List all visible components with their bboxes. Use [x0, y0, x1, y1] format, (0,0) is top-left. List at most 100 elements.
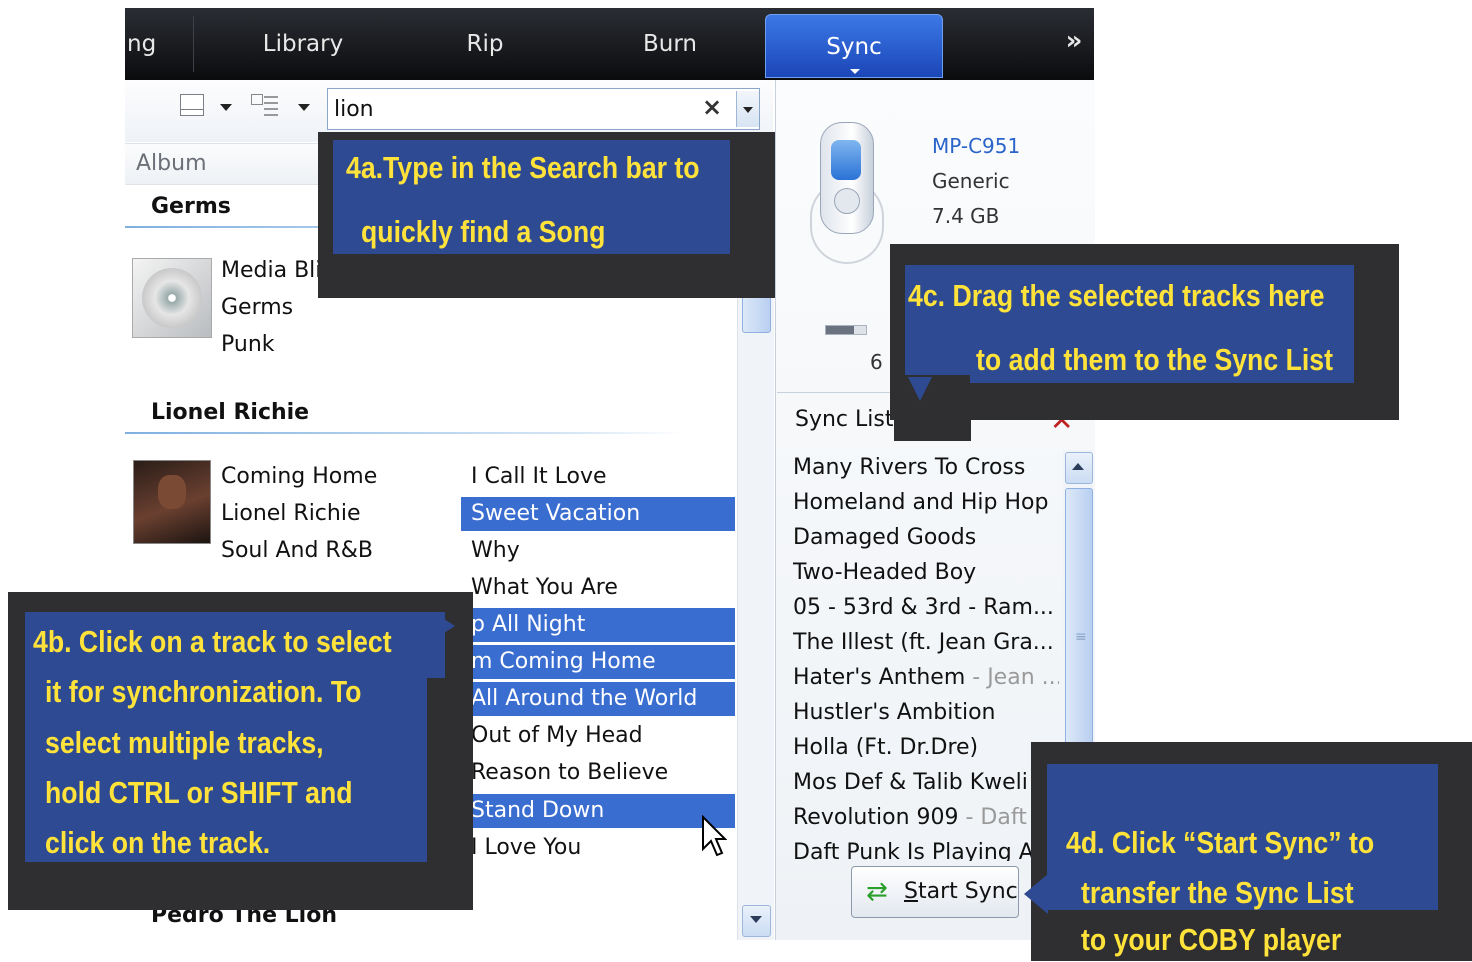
sync-item-artist: - Jean ...	[965, 665, 1059, 690]
sync-item-title: Hustler's Ambition	[793, 700, 996, 725]
search-input-value: lion	[334, 97, 374, 122]
sync-arrows-icon: ⇄	[866, 877, 888, 907]
sync-list-item[interactable]: Damaged Goods	[793, 520, 1059, 555]
album-artist: Germs	[221, 295, 294, 320]
album-genre: Soul And R&B	[221, 538, 373, 563]
search-input[interactable]: lion ×	[327, 88, 760, 130]
device-name[interactable]: MP-C951	[932, 134, 1020, 158]
chevron-up-icon	[1072, 463, 1084, 470]
tab-now-playing[interactable]: ng	[125, 8, 167, 80]
sync-list-item[interactable]: Two-Headed Boy	[793, 555, 1059, 590]
sync-list-item[interactable]: Mos Def & Talib Kweli	[793, 765, 1059, 800]
sync-list-item[interactable]: Revolution 909 - Daft P	[793, 800, 1059, 835]
search-options-button[interactable]	[736, 91, 759, 127]
start-sync-label: Start Sync	[904, 879, 1018, 904]
sync-item-title: The Illest (ft. Jean Gra...	[793, 630, 1054, 655]
more-tabs-button[interactable]: »	[1059, 8, 1089, 80]
album-title: Media Blit	[221, 258, 331, 283]
tab-sync-label: Sync	[826, 34, 882, 60]
callout-select-line-1: 4b. Click on a track to select	[33, 624, 392, 659]
callout-search-line-1: 4a.Type in the Search bar to	[346, 150, 700, 185]
sync-list-item[interactable]: Hater's Anthem - Jean ...	[793, 660, 1059, 695]
layout-dropdown-icon[interactable]	[220, 104, 232, 111]
chevron-down-icon	[750, 916, 762, 923]
sync-item-title: Hater's Anthem	[793, 665, 966, 690]
scroll-up-button[interactable]	[1065, 452, 1093, 484]
sync-item-title: Holla (Ft. Dr.Dre)	[793, 735, 979, 760]
track-row[interactable]: Reason to Believe	[461, 756, 735, 790]
callout-select-line-5: click on the track.	[45, 825, 271, 860]
column-header-label: Album	[136, 151, 207, 176]
callout-start-sync-pointer	[1024, 874, 1048, 914]
sync-item-title: Two-Headed Boy	[793, 560, 977, 585]
callout-select-line-2: it for synchronization. To	[45, 674, 362, 709]
sync-list-item[interactable]: Homeland and Hip Hop	[793, 485, 1059, 520]
callout-drag-pointer	[908, 377, 932, 401]
grip-icon: ≡	[1075, 629, 1087, 645]
sync-list-item[interactable]: Many Rivers To Cross	[793, 450, 1059, 485]
album-title: Coming Home	[221, 464, 378, 489]
track-row[interactable]: What You Are	[461, 571, 735, 605]
callout-start-sync-line-3: to your COBY player	[1081, 922, 1342, 957]
callout-select-pointer	[433, 612, 455, 640]
scroll-down-button[interactable]	[742, 905, 771, 937]
tab-divider	[193, 16, 194, 72]
track-row-selected[interactable]: p All Night	[461, 608, 735, 642]
scrollbar-thumb[interactable]	[742, 295, 771, 333]
track-row-selected[interactable]: Stand Down	[461, 794, 735, 828]
group-header-germs: Germs	[151, 194, 231, 219]
start-sync-button[interactable]: ⇄ Start Sync	[851, 866, 1019, 918]
tab-rip[interactable]: Rip	[455, 8, 515, 80]
sync-item-title: Mos Def & Talib Kweli	[793, 770, 1028, 795]
sync-item-title: 05 - 53rd & 3rd - Ram...	[793, 595, 1054, 620]
callout-select-line-4: hold CTRL or SHIFT and	[45, 775, 353, 810]
callout-search-line-2: quickly find a Song	[361, 214, 606, 249]
sync-item-title: Revolution 909	[793, 805, 959, 830]
capacity-bar	[825, 325, 867, 335]
capacity-bar-fill	[826, 326, 854, 334]
sync-item-title: Homeland and Hip Hop	[793, 490, 1049, 515]
callout-drag-line-1: 4c. Drag the selected tracks here	[908, 278, 1325, 313]
album-artist: Lionel Richie	[221, 501, 361, 526]
group-header-lionel-richie: Lionel Richie	[151, 400, 310, 425]
layout-options-icon[interactable]	[180, 94, 204, 116]
tab-library[interactable]: Library	[245, 8, 361, 80]
tab-burn[interactable]: Burn	[635, 8, 705, 80]
track-row[interactable]: I Love You	[461, 831, 735, 865]
mouse-pointer-icon	[702, 815, 727, 857]
track-row[interactable]: Why	[461, 534, 735, 568]
sync-item-title: Many Rivers To Cross	[793, 455, 1026, 480]
view-options-icon[interactable]	[251, 94, 279, 116]
mp3-player-icon	[800, 110, 890, 280]
track-row[interactable]: Out of My Head	[461, 719, 735, 753]
view-dropdown-icon[interactable]	[298, 104, 310, 111]
album-genre: Punk	[221, 332, 275, 357]
sync-list-title[interactable]: Sync List	[795, 407, 893, 432]
callout-drag-panel	[905, 329, 970, 375]
sync-list-item[interactable]: Holla (Ft. Dr.Dre)	[793, 730, 1059, 765]
sync-item-title: Damaged Goods	[793, 525, 977, 550]
device-capacity: 7.4 GB	[932, 204, 1000, 228]
sync-list-item[interactable]: The Illest (ft. Jean Gra...	[793, 625, 1059, 660]
album-art[interactable]	[133, 460, 211, 544]
chevron-down-icon	[850, 69, 860, 74]
callout-drag-tail	[894, 395, 971, 441]
clear-search-icon[interactable]: ×	[702, 93, 722, 121]
album-art-placeholder-icon[interactable]	[132, 258, 212, 338]
callout-drag-line-2: to add them to the Sync List	[976, 342, 1333, 377]
callout-start-sync-line-2: transfer the Sync List	[1081, 875, 1354, 910]
track-row-selected[interactable]: All Around the World	[461, 682, 735, 716]
group-divider	[125, 432, 685, 434]
tab-sync[interactable]: Sync	[765, 14, 943, 78]
top-nav-bar: ng Library Rip Burn Sync »	[125, 8, 1094, 80]
sync-list-item[interactable]: Daft Punk Is Playing At	[793, 835, 1059, 861]
sync-list-item[interactable]: Hustler's Ambition	[793, 695, 1059, 730]
track-row-selected[interactable]: Sweet Vacation	[461, 497, 735, 531]
sync-item-title: Daft Punk Is Playing At	[793, 840, 1043, 861]
callout-start-sync-line-1: 4d. Click “Start Sync” to	[1066, 825, 1375, 860]
sync-list-item[interactable]: 05 - 53rd & 3rd - Ram...	[793, 590, 1059, 625]
device-type: Generic	[932, 169, 1010, 193]
track-row-selected[interactable]: m Coming Home	[461, 645, 735, 679]
track-row[interactable]: I Call It Love	[461, 460, 735, 494]
callout-select-line-3: select multiple tracks,	[45, 725, 324, 760]
